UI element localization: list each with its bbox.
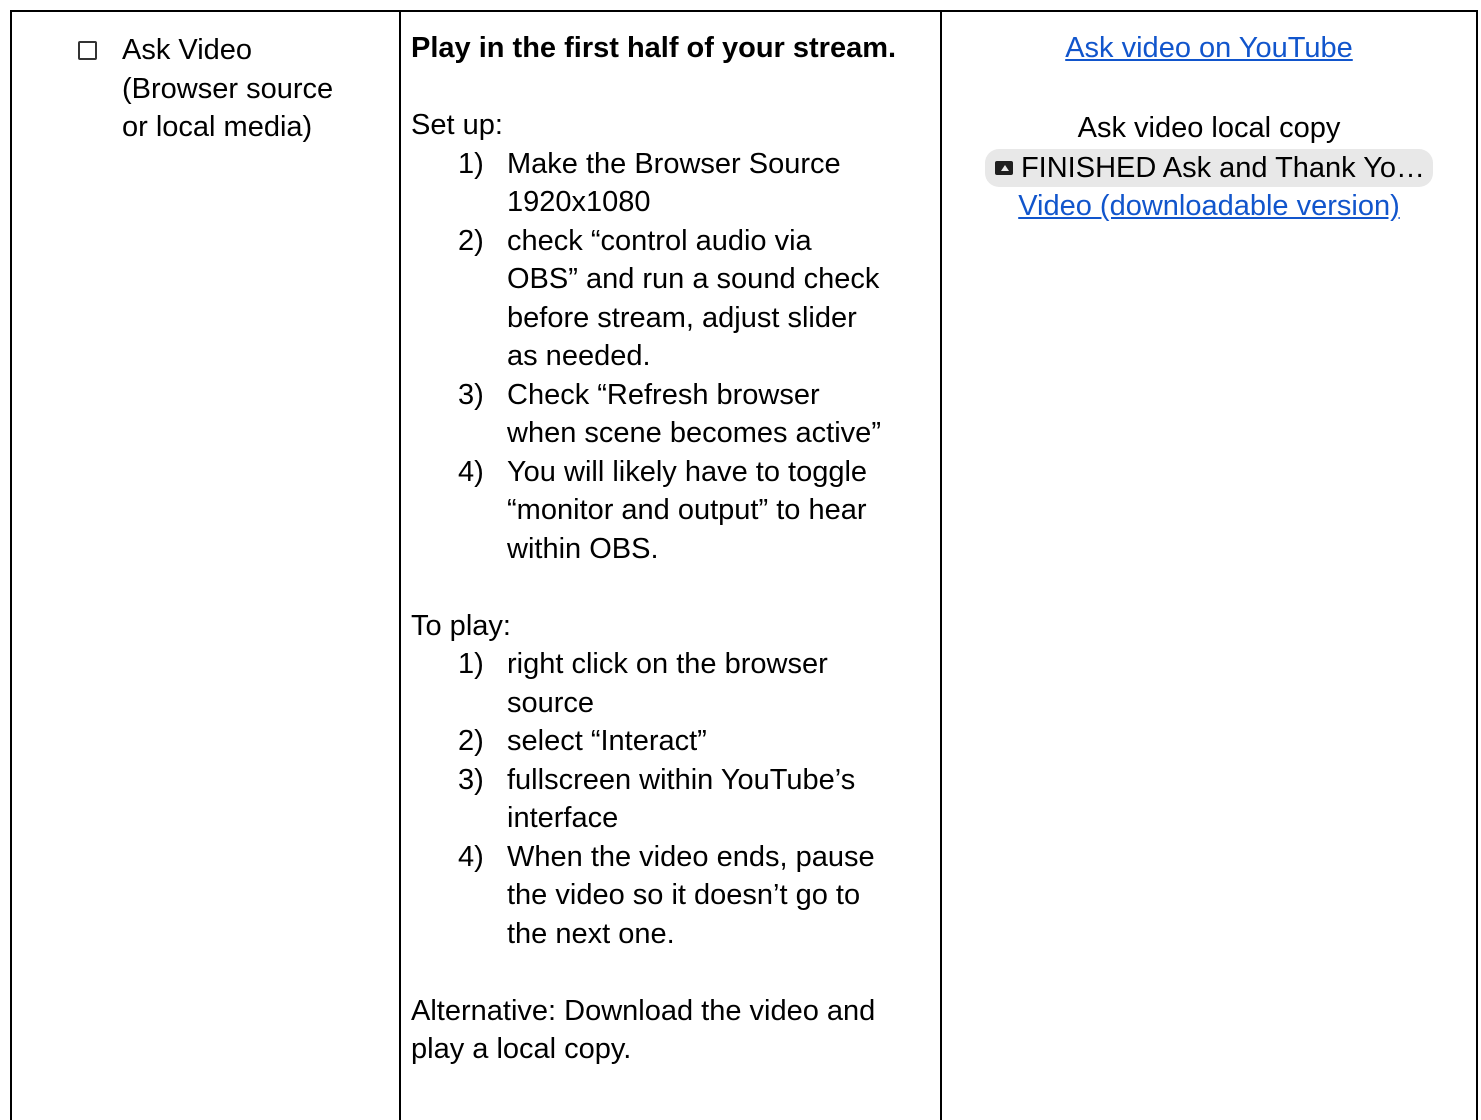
- step-number: 4): [458, 840, 484, 873]
- step-text: check “control audio via: [507, 224, 812, 257]
- play-label: To play:: [411, 609, 511, 642]
- step-text: OBS” and run a sound check: [507, 263, 880, 295]
- step-text: within OBS.: [507, 532, 659, 565]
- task-label-line: or local media): [122, 111, 313, 143]
- list-item: 2) check “control audio via OBS” and run…: [411, 222, 931, 376]
- step-number: 3): [458, 378, 484, 411]
- step-text: fullscreen within YouTube’s: [507, 763, 856, 796]
- instructions-column: Play in the first half of your stream. S…: [401, 12, 942, 1120]
- play-steps-list: 1) right click on the browser source 2) …: [411, 645, 931, 953]
- list-item: 3) Check “Refresh browser when scene bec…: [411, 376, 931, 453]
- step-text: as needed.: [507, 340, 651, 372]
- step-text: the next one.: [507, 917, 675, 950]
- step-text: the video so it doesn’t go to: [507, 879, 861, 911]
- list-item: 2) select “Interact”: [411, 722, 931, 761]
- drive-file-chip[interactable]: FINISHED Ask and Thank Yo…: [984, 149, 1434, 187]
- step-text: 1920x1080: [507, 186, 651, 218]
- setup-steps-list: 1) Make the Browser Source 1920x1080 2) …: [411, 145, 931, 569]
- step-number: 3): [458, 763, 484, 796]
- resources-column: Ask video on YouTube Ask video local cop…: [942, 12, 1476, 1120]
- task-table: Ask Video (Browser source or local media…: [10, 10, 1478, 1120]
- task-label-line: (Browser source: [122, 72, 334, 105]
- alternative-text: Alternative: Download the video and: [411, 994, 876, 1027]
- youtube-link[interactable]: Ask video on YouTube: [942, 29, 1476, 68]
- alternative-text: play a local copy.: [411, 1033, 632, 1065]
- step-text: Check “Refresh browser: [507, 378, 820, 411]
- local-copy-label: Ask video local copy: [1077, 111, 1341, 144]
- step-text: when scene becomes active”: [507, 417, 881, 449]
- step-text: “monitor and output” to hear: [507, 494, 867, 526]
- step-number: 2): [458, 725, 484, 757]
- step-text: right click on the browser: [507, 648, 828, 680]
- step-number: 2): [458, 224, 484, 257]
- shared-drive-folder-icon: [994, 161, 1013, 175]
- list-item: 4) When the video ends, pause the video …: [411, 838, 931, 954]
- step-text: When the video ends, pause: [507, 840, 875, 873]
- step-number: 4): [458, 455, 484, 488]
- task-label: Ask Video (Browser source or local media…: [122, 31, 382, 147]
- step-number: 1): [458, 147, 484, 180]
- list-item: 4) You will likely have to toggle “monit…: [411, 453, 931, 569]
- step-text: source: [507, 686, 595, 719]
- instructions-heading: Play in the first half of your stream.: [411, 32, 897, 64]
- task-column: Ask Video (Browser source or local media…: [12, 12, 401, 1120]
- step-text: interface: [507, 802, 619, 834]
- list-item: 3) fullscreen within YouTube’s interface: [411, 761, 931, 838]
- list-item: 1) right click on the browser source: [411, 645, 931, 722]
- step-text: select “Interact”: [507, 725, 707, 757]
- checkbox-icon[interactable]: [78, 41, 97, 60]
- setup-label: Set up:: [411, 109, 503, 141]
- step-text: Make the Browser Source: [507, 147, 841, 180]
- step-text: before stream, adjust slider: [507, 301, 857, 334]
- drive-file-chip-label: FINISHED Ask and Thank Yo…: [1020, 151, 1426, 184]
- download-link[interactable]: Video (downloadable version): [942, 187, 1476, 226]
- task-label-line: Ask Video: [122, 34, 253, 66]
- step-text: You will likely have to toggle: [507, 455, 868, 488]
- list-item: 1) Make the Browser Source 1920x1080: [411, 145, 931, 222]
- step-number: 1): [458, 648, 484, 680]
